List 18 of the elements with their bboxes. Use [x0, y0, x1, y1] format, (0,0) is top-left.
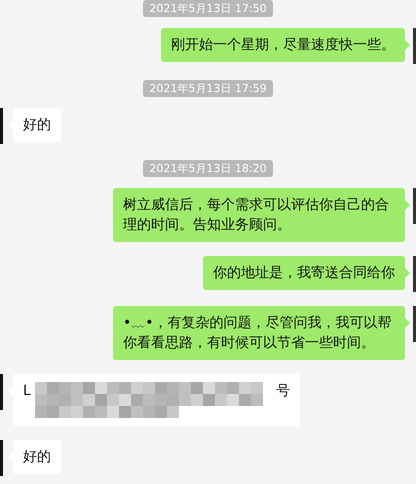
avatar[interactable] — [413, 188, 416, 224]
avatar[interactable] — [0, 374, 3, 410]
avatar[interactable] — [0, 440, 3, 476]
message-text: 号 — [276, 382, 290, 401]
message-bubble: 你的地址是，我寄送合同给你 — [203, 256, 405, 290]
avatar[interactable] — [413, 28, 416, 64]
avatar[interactable] — [413, 306, 416, 342]
timestamp: 2021年5月13日 18:20 — [143, 160, 273, 177]
message-bubble: 树立威信后，每个需求可以评估你自己的合理的时间。告知业务顾问。 — [113, 188, 405, 242]
avatar[interactable] — [0, 108, 3, 144]
timestamp: 2021年5月13日 17:50 — [143, 0, 273, 17]
timestamp: 2021年5月13日 17:59 — [143, 80, 273, 97]
message-text: L — [23, 382, 31, 401]
message-bubble: •﹏•，有复杂的问题，尽管问我，我可以帮你看看思路，有时候可以节省一些时间。 — [113, 306, 405, 360]
message-bubble: 刚开始一个星期，尽量速度快一些。 — [161, 28, 405, 62]
message-bubble: 好的 — [13, 440, 61, 474]
message-bubble: 好的 — [13, 108, 61, 142]
avatar[interactable] — [413, 256, 416, 292]
